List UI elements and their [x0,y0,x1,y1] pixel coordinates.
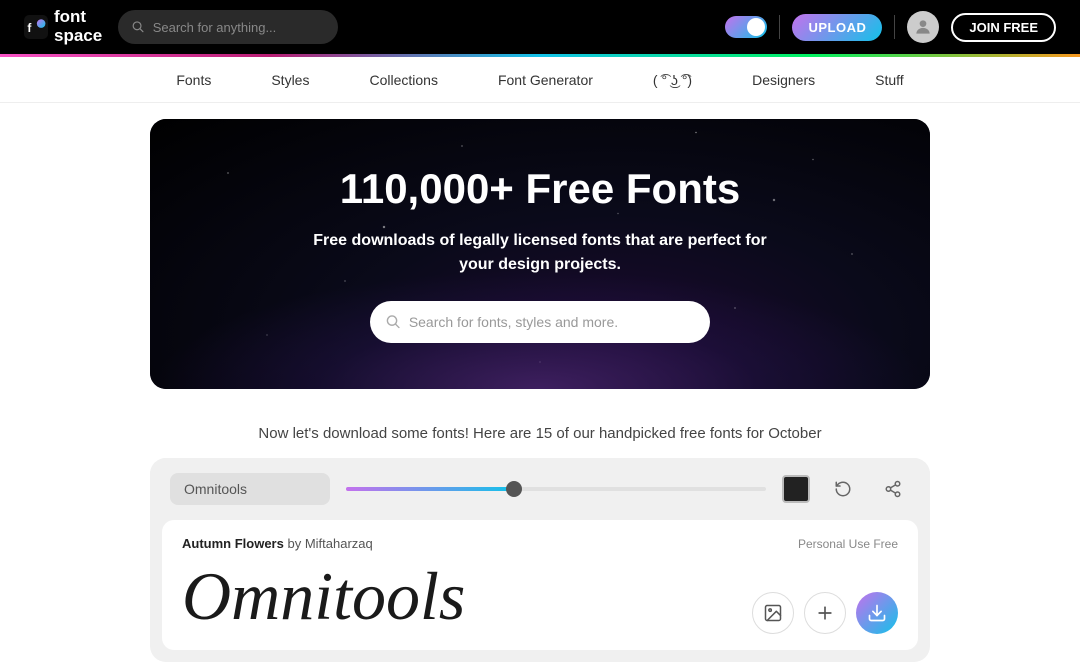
search-icon [132,20,145,34]
add-button[interactable] [804,592,846,634]
font-preview-area: Autumn Flowers by Miftaharzaq Personal U… [162,520,918,650]
font-designer: Miftaharzaq [305,536,373,551]
hero-search-bar[interactable] [370,301,710,343]
font-size-slider-wrap [346,487,766,491]
hero-search-icon [386,314,401,330]
hero-subtitle: Free downloads of legally licensed fonts… [300,229,780,277]
font-card: Autumn Flowers by Miftaharzaq Personal U… [150,458,930,662]
nav-collections[interactable]: Collections [369,72,437,88]
nav-font-generator[interactable]: Font Generator [498,72,593,88]
header-divider-2 [894,15,895,39]
join-button[interactable]: JOIN FREE [951,13,1056,42]
refresh-button[interactable] [826,472,860,506]
color-swatch[interactable] [782,475,810,503]
logo-icon: f [24,15,48,39]
nav-fonts[interactable]: Fonts [176,72,211,88]
hero-title: 110,000+ Free Fonts [300,165,780,213]
font-size-slider-track [346,487,766,491]
logo-text: font space [54,8,102,45]
hero-search-input[interactable] [409,314,694,330]
plus-icon [815,603,835,623]
main-nav: Fonts Styles Collections Font Generator … [0,57,1080,103]
preview-image-button[interactable] [752,592,794,634]
image-icon [763,603,783,623]
font-preview-text: Omnitools [182,559,465,634]
font-preview-container: Autumn Flowers by Miftaharzaq Personal U… [150,520,930,650]
download-icon [867,603,887,623]
section-subtitle: Now let's download some fonts! Here are … [0,425,1080,442]
font-meta-left: Autumn Flowers by Miftaharzaq [182,536,373,551]
download-button[interactable] [856,592,898,634]
nav-stuff[interactable]: Stuff [875,72,904,88]
hero-content: 110,000+ Free Fonts Free downloads of le… [300,165,780,343]
header: f font space UPLOAD [0,0,1080,54]
header-right: UPLOAD JOIN FREE [725,11,1056,43]
font-size-slider-thumb[interactable] [506,481,522,497]
font-by: by [287,536,304,551]
logo: f font space [24,8,102,45]
font-name: Autumn Flowers [182,536,284,551]
avatar[interactable] [907,11,939,43]
font-license: Personal Use Free [798,537,898,551]
nav-designers[interactable]: Designers [752,72,815,88]
header-search-bar[interactable] [118,10,338,44]
nav-lenny[interactable]: ( ͡° ͜ʖ ͡°) [653,72,692,88]
header-search-input[interactable] [153,20,325,35]
share-icon [884,480,902,498]
hero-section: 110,000+ Free Fonts Free downloads of le… [150,119,930,389]
font-meta: Autumn Flowers by Miftaharzaq Personal U… [182,536,898,551]
nav-styles[interactable]: Styles [271,72,309,88]
dark-mode-toggle[interactable] [725,16,767,38]
upload-button[interactable]: UPLOAD [792,14,882,41]
share-button[interactable] [876,472,910,506]
font-preview-text-input[interactable] [170,473,330,505]
header-divider [779,15,780,39]
refresh-icon [834,480,852,498]
font-card-toolbar [150,458,930,520]
